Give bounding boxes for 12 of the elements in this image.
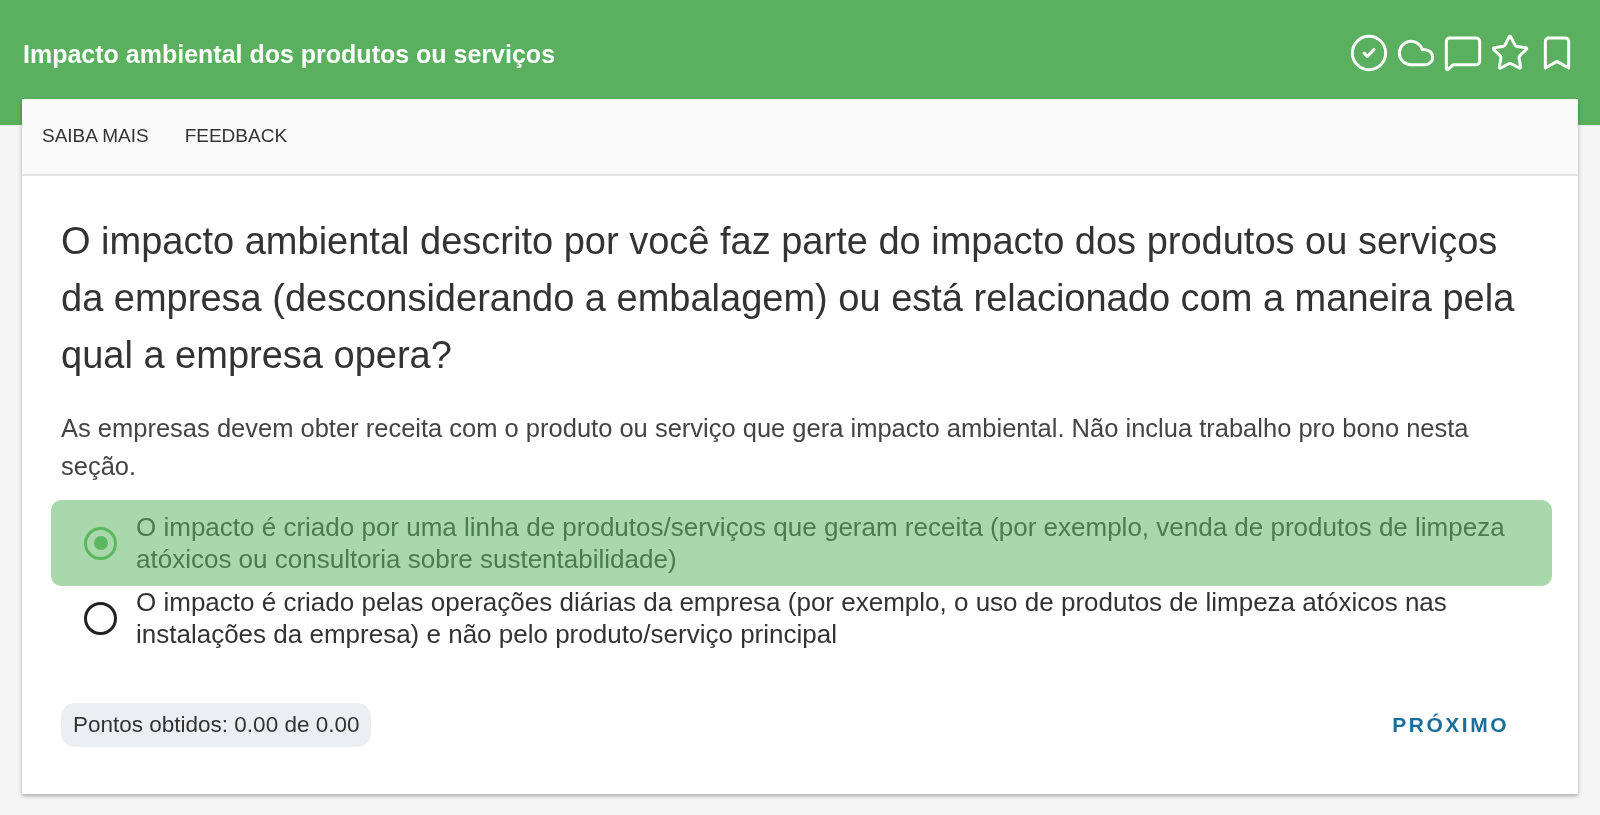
tab[interactable]: SAIBA MAIS [24, 99, 167, 174]
question-hint: As empresas devem obter receita com o produto ou serviço que gera impacto ambiental. Não inclua trabalho pro bono nesta seção. [61, 413, 1470, 482]
radio-button[interactable] [84, 601, 117, 635]
question-text: O impacto ambiental descrito por você faz parte do impacto dos produtos ou serviços da empresa (desconsiderando a embalagem) ou está relacionado com a maneira pela qual a empresa opera? [61, 219, 1516, 378]
check-circle-icon[interactable] [1349, 33, 1389, 73]
page-title: Impacto ambiental dos produtos ou serviços [23, 39, 556, 71]
star-icon[interactable] [1490, 33, 1530, 73]
tab[interactable]: FEEDBACK [166, 99, 306, 174]
score-badge: Pontos obtidos: 0.00 de 0.00 [61, 702, 372, 747]
radio-button[interactable] [84, 526, 117, 560]
answer-option[interactable]: O impacto é criado pelas operações diárias da empresa (por exemplo, o uso de produtos de limpeza atóxicos nas instalações da empresa) e não pelo produto/serviço principal [51, 586, 1552, 650]
next-button[interactable]: PRÓXIMO [1362, 699, 1539, 751]
